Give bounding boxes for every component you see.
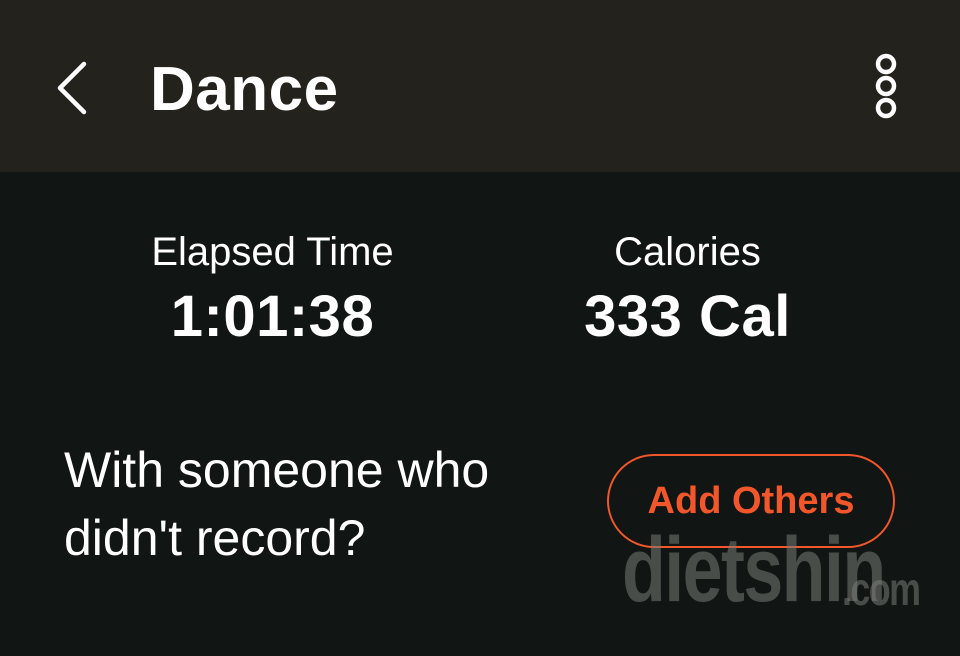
back-button[interactable]	[44, 50, 104, 126]
calories-label: Calories	[614, 230, 761, 274]
calories-value: 333 Cal	[584, 284, 791, 349]
companion-prompt-line1: With someone who	[64, 442, 490, 498]
companion-prompt: With someone who didn't record?	[64, 436, 584, 572]
page-title: Dance	[150, 55, 339, 124]
add-others-button[interactable]: Add Others	[607, 454, 895, 548]
watermark-suffix: .com	[842, 563, 921, 615]
elapsed-time-stat: Elapsed Time 1:01:38	[120, 226, 425, 352]
more-vertical-icon	[864, 52, 908, 124]
elapsed-time-value: 1:01:38	[170, 284, 375, 349]
companion-prompt-line2: didn't record?	[64, 510, 366, 566]
app-header: Dance	[0, 0, 960, 172]
calories-stat: Calories 333 Cal	[535, 226, 840, 352]
chevron-left-icon	[44, 50, 104, 126]
more-options-button[interactable]	[864, 52, 908, 124]
elapsed-time-label: Elapsed Time	[151, 230, 394, 274]
